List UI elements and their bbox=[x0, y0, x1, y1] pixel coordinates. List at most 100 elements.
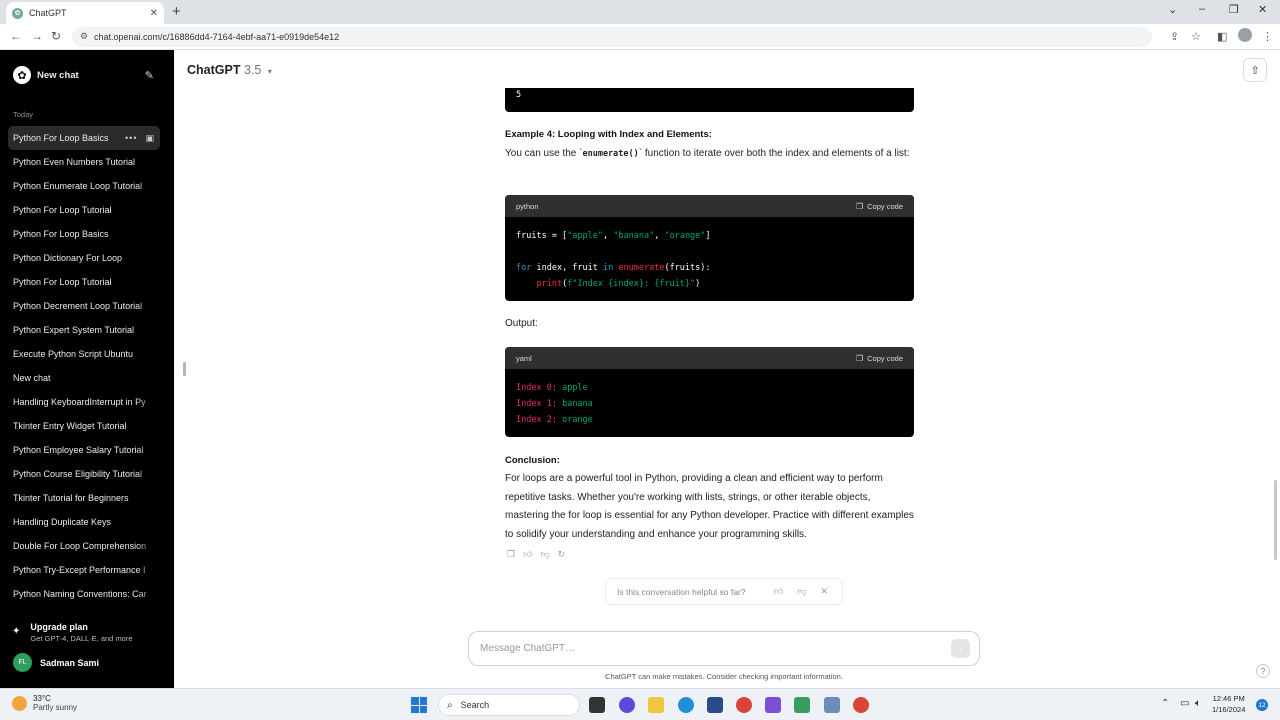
chevron-up-icon[interactable]: ⌃ bbox=[1161, 698, 1169, 709]
sidebar-history-item[interactable]: Python Expert System Tutorial bbox=[8, 318, 160, 342]
sidebar-history-item[interactable]: Python Decrement Loop Tutorial bbox=[8, 294, 160, 318]
share-page-icon[interactable]: ⇪ bbox=[1170, 30, 1179, 43]
scrollbar[interactable] bbox=[1274, 480, 1277, 560]
sidebar-history-item[interactable]: Python Employee Salary Tutorial bbox=[8, 438, 160, 462]
share-icon: ⇧ bbox=[1250, 64, 1260, 77]
copy-code-button[interactable]: ❐ Copy code bbox=[856, 202, 903, 211]
sidebar-history-item[interactable]: Python Naming Conventions: Car bbox=[8, 582, 160, 606]
browser-tab[interactable]: ✿ ChatGPT ✕ bbox=[6, 2, 164, 24]
composer: ↑ bbox=[468, 631, 980, 666]
app-icon[interactable] bbox=[765, 697, 781, 713]
file-explorer-icon[interactable] bbox=[648, 697, 664, 713]
minimize-icon[interactable]: – bbox=[1199, 3, 1205, 15]
inline-code: enumerate() bbox=[582, 149, 639, 159]
history-item-label: Python Employee Salary Tutorial bbox=[13, 445, 144, 455]
weather-widget[interactable]: 33°C Partly sunny bbox=[12, 694, 77, 712]
history-section-label: Today bbox=[13, 110, 34, 119]
sidebar-history-item[interactable]: Python For Loop Basics bbox=[8, 222, 160, 246]
copy-code-label: Copy code bbox=[867, 201, 903, 211]
search-label: Search bbox=[460, 700, 490, 710]
sidebar-history-item[interactable]: Python Enumerate Loop Tutorial bbox=[8, 174, 160, 198]
upgrade-plan-button[interactable]: ✦ Upgrade plan Get GPT-4, DALL·E, and mo… bbox=[12, 622, 164, 643]
task-view-icon[interactable] bbox=[589, 697, 605, 713]
browser-menu-icon[interactable]: ⋮ bbox=[1262, 30, 1273, 43]
yaml-value: apple bbox=[562, 383, 588, 393]
new-tab-icon[interactable]: + bbox=[172, 3, 181, 20]
back-icon[interactable]: ← bbox=[10, 29, 22, 43]
chat-app-icon[interactable] bbox=[619, 697, 635, 713]
thumbs-up-icon[interactable]: 👍︎ bbox=[774, 586, 783, 597]
network-icon[interactable]: ▭ bbox=[1180, 698, 1189, 709]
clock[interactable]: 12:46 PM 1/16/2024 bbox=[1212, 693, 1245, 715]
send-button[interactable]: ↑ bbox=[951, 639, 970, 658]
close-icon[interactable]: ✕ bbox=[820, 586, 828, 597]
site-info-icon[interactable]: ⚙ bbox=[80, 31, 88, 42]
close-window-icon[interactable]: ✕ bbox=[1258, 3, 1267, 16]
regenerate-icon[interactable]: ↻ bbox=[558, 549, 566, 560]
sidebar-history-item[interactable]: Python Even Numbers Tutorial bbox=[8, 150, 160, 174]
temperature: 33°C bbox=[33, 694, 51, 703]
user-name: Sadman Sami bbox=[40, 657, 100, 668]
side-panel-icon[interactable]: ◧ bbox=[1217, 30, 1227, 43]
app-icon[interactable] bbox=[794, 697, 810, 713]
url-field[interactable]: ⚙ chat.openai.com/c/16886dd4-7164-4ebf-a… bbox=[72, 27, 1152, 47]
share-button[interactable]: ⇧ bbox=[1243, 58, 1267, 82]
history-item-label: Python Dictionary For Loop bbox=[13, 253, 123, 263]
new-chat-button[interactable]: ✿ New chat ✎ bbox=[8, 64, 160, 86]
notification-badge[interactable]: 12 bbox=[1256, 699, 1268, 711]
sidebar-history-item[interactable]: Python Try-Except Performance I bbox=[8, 558, 160, 582]
app-icon[interactable] bbox=[824, 697, 840, 713]
tab-title: ChatGPT bbox=[29, 8, 67, 18]
sidebar-history-item[interactable]: Handling Duplicate Keys bbox=[8, 510, 160, 534]
thumbs-up-icon[interactable]: 👍︎ bbox=[523, 549, 532, 560]
tab-search-icon[interactable]: ⌄ bbox=[1168, 3, 1177, 16]
example4-heading: Example 4: Looping with Index and Elemen… bbox=[505, 129, 712, 140]
thumbs-down-icon[interactable]: 👎︎ bbox=[540, 549, 549, 560]
sidebar-history-item[interactable]: Tkinter Entry Widget Tutorial bbox=[8, 414, 160, 438]
sidebar-history-item[interactable]: Execute Python Script Ubuntu bbox=[8, 342, 160, 366]
sidebar-history-item[interactable]: Handling KeyboardInterrupt in Py bbox=[8, 390, 160, 414]
copy-icon[interactable]: ❐ bbox=[507, 549, 515, 560]
history-item-label: Python Course Eligibility Tutorial bbox=[13, 469, 143, 479]
help-icon[interactable]: ? bbox=[1256, 664, 1270, 678]
sidebar-history-item[interactable]: Python For Loop Tutorial bbox=[8, 198, 160, 222]
conclusion-paragraph: For loops are a powerful tool in Python,… bbox=[505, 473, 914, 540]
history-item-label: Tkinter Entry Widget Tutorial bbox=[13, 421, 127, 431]
sidebar-history-item[interactable]: Python Dictionary For Loop bbox=[8, 246, 160, 270]
sidebar-history-item[interactable]: Double For Loop Comprehension bbox=[8, 534, 160, 558]
profile-avatar-icon[interactable] bbox=[1238, 28, 1252, 42]
copy-code-button[interactable]: ❐ Copy code bbox=[856, 354, 903, 363]
bookmark-star-icon[interactable]: ☆ bbox=[1191, 30, 1201, 43]
history-item-label: Double For Loop Comprehension bbox=[13, 541, 147, 551]
edge-icon[interactable] bbox=[678, 697, 694, 713]
sidebar-collapse-handle[interactable] bbox=[183, 362, 186, 376]
history-item-label: Handling Duplicate Keys bbox=[13, 517, 112, 527]
volume-icon[interactable]: 🔈︎ bbox=[1195, 698, 1201, 709]
sidebar-history-item[interactable]: Python For Loop Basics ••• ▣ bbox=[8, 126, 160, 150]
thumbs-down-icon[interactable]: 👎︎ bbox=[797, 586, 806, 597]
sidebar-history-item[interactable]: New chat bbox=[8, 366, 160, 390]
chrome-icon[interactable] bbox=[736, 697, 752, 713]
sidebar-history-item[interactable]: Tkinter Tutorial for Beginners bbox=[8, 486, 160, 510]
reload-icon[interactable]: ↻ bbox=[51, 29, 61, 43]
close-tab-icon[interactable]: ✕ bbox=[150, 8, 158, 19]
start-button[interactable] bbox=[411, 697, 427, 713]
maximize-icon[interactable]: ❐ bbox=[1229, 3, 1239, 16]
sidebar-history-item[interactable]: Python For Loop Tutorial bbox=[8, 270, 160, 294]
archive-icon[interactable]: ▣ bbox=[145, 133, 154, 144]
chatgpt-favicon-icon: ✿ bbox=[12, 7, 23, 19]
history-item-label: Python Decrement Loop Tutorial bbox=[13, 301, 143, 311]
forward-icon[interactable]: → bbox=[31, 29, 43, 43]
sidebar-history-item[interactable]: Python Course Eligibility Tutorial bbox=[8, 462, 160, 486]
more-options-icon[interactable]: ••• bbox=[125, 133, 137, 143]
yaml-line: Index 2: orange bbox=[516, 412, 903, 428]
edit-icon[interactable]: ✎ bbox=[145, 69, 154, 82]
model-selector[interactable]: ChatGPT 3.5 ▾ bbox=[187, 63, 272, 77]
previous-output-text: 5 bbox=[516, 90, 522, 100]
chevron-down-icon: ▾ bbox=[267, 67, 272, 76]
message-input[interactable] bbox=[480, 643, 951, 654]
user-menu-button[interactable]: FL Sadman Sami bbox=[13, 653, 99, 672]
taskbar-search[interactable]: ⌕ Search bbox=[438, 694, 580, 716]
store-icon[interactable] bbox=[707, 697, 723, 713]
chrome-active-icon[interactable] bbox=[853, 697, 869, 713]
